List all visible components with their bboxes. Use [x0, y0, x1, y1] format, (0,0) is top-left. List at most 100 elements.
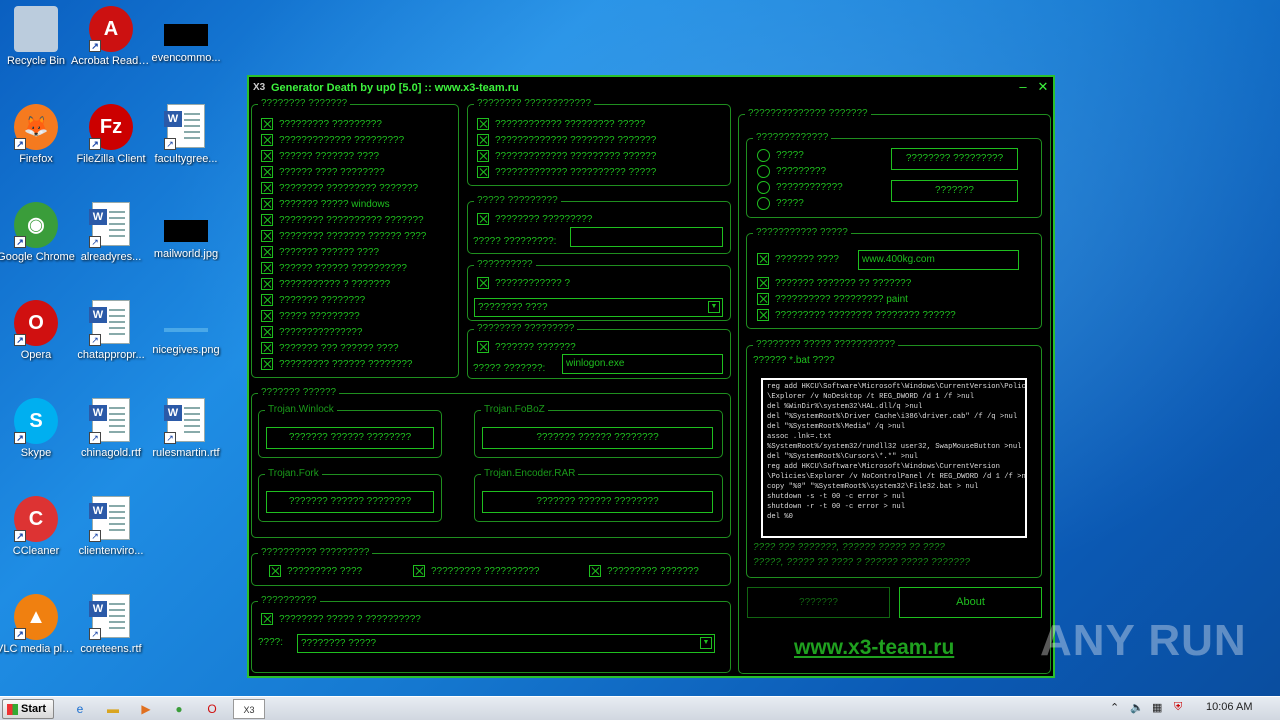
explorer-icon[interactable]: ▬ — [101, 699, 125, 719]
effect-checkbox[interactable]: ???????? ????????? ??????? — [261, 181, 418, 195]
effect-checkbox[interactable]: ??????? ????? windows — [261, 197, 390, 211]
open-site-checkbox[interactable]: ??????? ???? — [757, 252, 839, 266]
block-checkbox[interactable]: ????????????? ????????? ?????? — [477, 149, 656, 163]
icon-select[interactable]: ???????? ????? ▼ — [297, 634, 715, 653]
desktop-icon[interactable]: W ↗ chatappropr... — [71, 300, 151, 362]
effect-checkbox[interactable]: ?????? ??????? ???? — [261, 149, 379, 163]
rename-input[interactable] — [570, 227, 723, 247]
desktop-icon[interactable]: W ↗ clientenviro... — [71, 496, 151, 558]
word-badge: W — [164, 111, 182, 127]
desktop-icon[interactable]: A↗ Acrobat Reader DC — [71, 6, 151, 68]
effect-checkbox[interactable]: ????????????? ????????? — [261, 133, 404, 147]
effect-checkbox[interactable]: ??????? ?????? ???? — [261, 245, 379, 259]
effect-checkbox[interactable]: ?????? ???? ???????? — [261, 165, 385, 179]
text-line — [109, 529, 125, 531]
option-checkbox[interactable]: ????????? ???? — [269, 564, 362, 578]
mode-button-1[interactable]: ???????? ????????? — [891, 148, 1018, 170]
extra-select[interactable]: ???????? ???? ▼ — [474, 298, 723, 317]
effect-checkbox[interactable]: ??????? ???????? — [261, 293, 365, 307]
desktop-icon[interactable]: Fz ↗ FileZilla Client — [71, 104, 151, 166]
mode-radio[interactable]: ????????? — [757, 164, 826, 178]
ie-icon[interactable]: e — [68, 699, 92, 719]
volume-icon[interactable]: 🔈 — [1130, 701, 1144, 714]
extra-checkbox[interactable]: ???????????? ? — [477, 276, 570, 290]
site-url-input[interactable]: www.400kg.com — [858, 250, 1019, 270]
trojan-create-button[interactable]: ??????? ?????? ???????? — [266, 491, 434, 513]
effect-checkbox[interactable]: ???????? ??????? ?????? ???? — [261, 229, 426, 243]
desktop-icon[interactable]: nicegives.png — [146, 300, 226, 357]
rename-checkbox[interactable]: ???????? ????????? — [477, 212, 592, 226]
checkbox-mark-icon — [477, 166, 489, 178]
generate-button[interactable]: ??????? — [747, 587, 890, 618]
group-effects-title: ???????? ??????? — [258, 98, 351, 110]
process-input[interactable]: winlogon.exe — [562, 354, 723, 374]
chrome-icon: ◉ ↗ — [14, 202, 58, 248]
desktop-icon[interactable]: W ↗ coreteens.rtf — [71, 594, 151, 656]
about-button[interactable]: About — [899, 587, 1042, 618]
text-line — [184, 419, 200, 421]
bat-label: ?????? *.bat ???? — [753, 355, 835, 366]
mode-radio[interactable]: ????? — [757, 196, 804, 210]
block-checkbox[interactable]: ????????????? ???????? ??????? — [477, 133, 656, 147]
desktop-icon[interactable]: ◉ ↗ Google Chrome — [0, 202, 76, 264]
effect-checkbox[interactable]: ?????? ?????? ?????????? — [261, 261, 407, 275]
checkbox-mark-icon — [261, 278, 273, 290]
mode-radio[interactable]: ????? — [757, 148, 804, 162]
desktop-icon[interactable]: 🦊 ↗ Firefox — [0, 104, 76, 166]
mode-button-2[interactable]: ??????? — [891, 180, 1018, 202]
desktop-icon[interactable]: Recycle Bin — [0, 6, 76, 68]
desktop-icon[interactable]: W ↗ facultygree... — [146, 104, 226, 166]
opera-taskbar-icon[interactable]: O — [200, 699, 224, 719]
start-button[interactable]: Start — [2, 699, 54, 719]
effect-checkbox[interactable]: ??????? ??? ?????? ???? — [261, 341, 399, 355]
desktop-icon[interactable]: W ↗ rulesmartin.rtf — [146, 398, 226, 460]
clock[interactable]: 10:06 AM — [1206, 701, 1252, 713]
desktop-icon[interactable]: mailworld.jpg — [146, 202, 226, 261]
shortcut-arrow-icon: ↗ — [89, 334, 101, 346]
mode-radio[interactable]: ???????????? — [757, 180, 843, 194]
mode-radio-label: ????? — [776, 149, 804, 161]
option-checkbox[interactable]: ????????? ?????????? — [413, 564, 539, 578]
effect-checkbox[interactable]: ??????????????? — [261, 325, 362, 339]
effect-checkbox[interactable]: ???????? ?????????? ??????? — [261, 213, 424, 227]
trojan-create-button[interactable]: ??????? ?????? ???????? — [482, 427, 713, 449]
bat-code-editor[interactable]: reg add HKCU\Software\Microsoft\Windows\… — [761, 378, 1027, 538]
security-icon[interactable]: ⛨ — [1174, 701, 1182, 714]
media-player-icon[interactable]: ▶ — [134, 699, 158, 719]
tray-chevron-icon[interactable]: ⌃ — [1110, 701, 1119, 714]
team-site-link[interactable]: www.x3-team.ru — [794, 636, 954, 660]
option-checkbox[interactable]: ????????? ??????? — [589, 564, 699, 578]
chrome-taskbar-icon[interactable]: ● — [167, 699, 191, 719]
desktop-icon[interactable]: C ↗ CCleaner — [0, 496, 76, 558]
desktop-icon[interactable]: S ↗ Skype — [0, 398, 76, 460]
process-checkbox[interactable]: ??????? ??????? — [477, 340, 576, 354]
trojan-create-button[interactable]: ??????? ?????? ???????? — [266, 427, 434, 449]
action-checkbox[interactable]: ?????????? ????????? paint — [757, 292, 908, 306]
action-checkbox[interactable]: ????????? ???????? ???????? ?????? — [757, 308, 956, 322]
word-badge: W — [89, 307, 107, 323]
bat-code-line: assoc .lnk=.txt — [767, 433, 832, 441]
desktop-icon[interactable]: evencommo... — [146, 6, 226, 65]
effect-checkbox[interactable]: ??????????? ? ??????? — [261, 277, 390, 291]
effect-checkbox[interactable]: ????? ????????? — [261, 309, 360, 323]
close-button[interactable]: ✕ — [1035, 79, 1051, 95]
minimize-button[interactable]: – — [1015, 79, 1031, 95]
checkbox-mark-icon — [261, 182, 273, 194]
desktop-icon[interactable]: W ↗ chinagold.rtf — [71, 398, 151, 460]
effect-checkbox[interactable]: ????????? ????????? — [261, 117, 382, 131]
block-checkbox[interactable]: ????????????? ?????????? ????? — [477, 165, 656, 179]
icon-checkbox[interactable]: ???????? ????? ? ?????????? — [261, 612, 421, 626]
title-bar[interactable]: X3 Generator Death by up0 [5.0] :: www.x… — [249, 77, 1053, 99]
desktop-icon[interactable]: W ↗ alreadyres... — [71, 202, 151, 264]
action-checkbox[interactable]: ??????? ??????? ?? ??????? — [757, 276, 911, 290]
rename-label: ????? ?????????: — [473, 236, 557, 247]
effect-checkbox[interactable]: ????????? ?????? ???????? — [261, 357, 412, 371]
network-icon[interactable]: ▦ — [1152, 701, 1162, 714]
trojan-create-button[interactable]: ??????? ?????? ???????? — [482, 491, 713, 513]
generator-taskbar-icon[interactable]: X3 — [233, 699, 265, 719]
block-checkbox[interactable]: ???????????? ????????? ????? — [477, 117, 645, 131]
effect-checkbox-label: ??????? ?????? ???? — [279, 246, 380, 258]
checkbox-mark-icon — [269, 565, 281, 577]
desktop-icon[interactable]: ▲↗ VLC media player — [0, 594, 76, 656]
desktop-icon[interactable]: O ↗ Opera — [0, 300, 76, 362]
